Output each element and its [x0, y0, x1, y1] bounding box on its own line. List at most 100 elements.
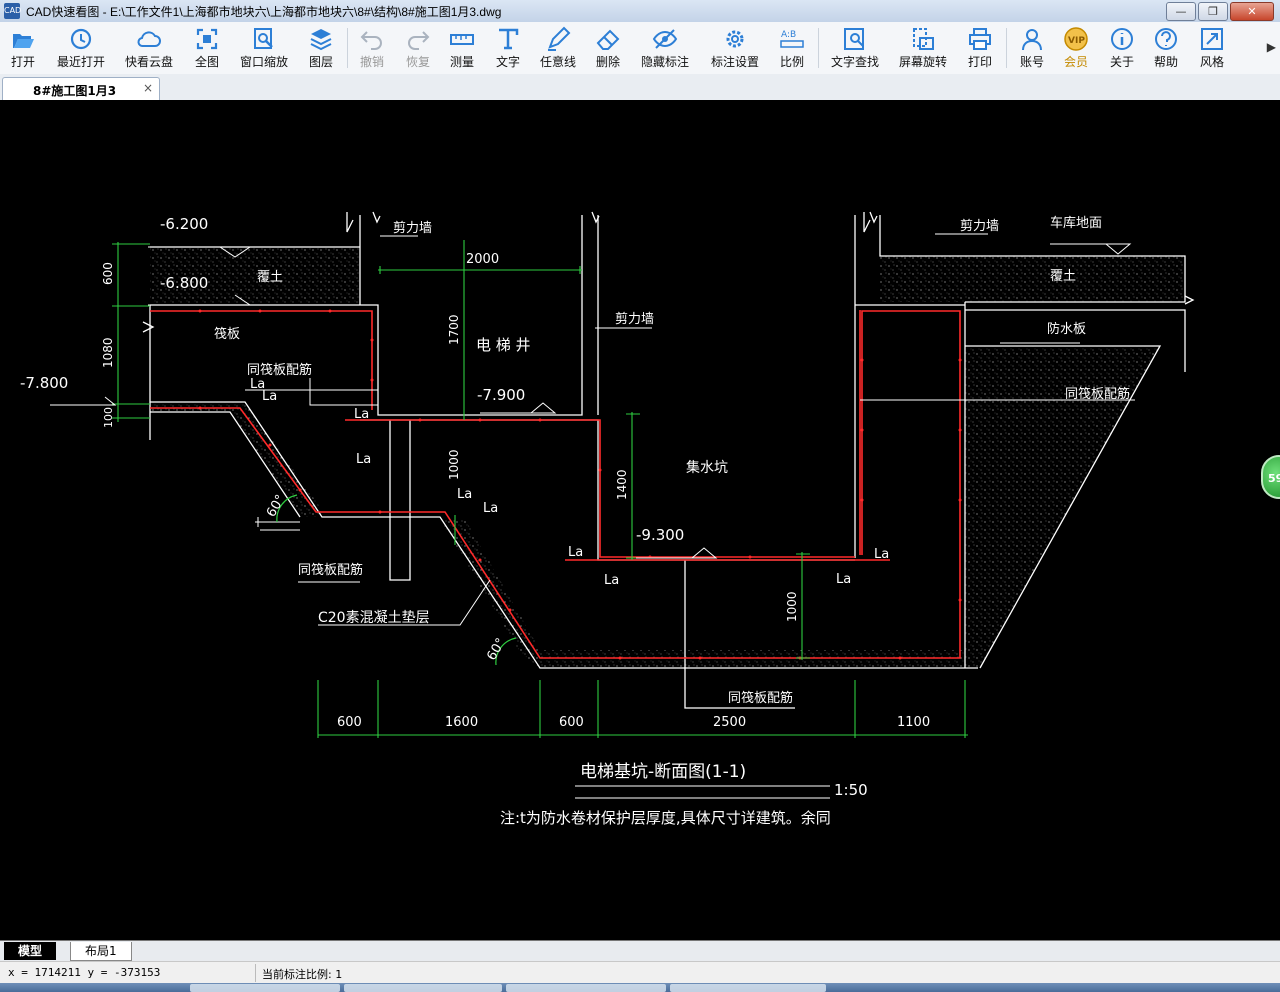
dimension-text: 1400: [615, 469, 629, 500]
cloud-label: 快看云盘: [124, 55, 173, 69]
tab-layout1[interactable]: 布局1: [70, 942, 132, 961]
measure-button[interactable]: 测量: [444, 24, 480, 72]
undo-button[interactable]: 撤销: [354, 24, 390, 72]
main-toolbar: 打开 最近打开 快看云盘 全图 窗口缩放 图层 撤销 恢复 测量 文字 任意线: [0, 22, 1280, 75]
drawing-canvas[interactable]: -6.200 -6.800 -7.800 -7.900 -9.300 剪力墙 剪…: [0, 100, 1280, 940]
recent-open-button[interactable]: 最近打开: [52, 24, 110, 72]
pen-icon: [548, 26, 571, 51]
la-label: La: [604, 573, 619, 588]
la-label: La: [354, 407, 369, 422]
scale-button[interactable]: A:B 比例: [774, 24, 810, 72]
title-underline: [575, 785, 830, 799]
fullview-button[interactable]: 全图: [188, 24, 226, 72]
waterproof-board-label: 防水板: [1047, 321, 1086, 337]
la-label: La: [836, 572, 851, 587]
text-search-icon: [844, 28, 864, 50]
hide-eye-icon: [652, 29, 678, 49]
angle-label: 60°: [484, 636, 509, 663]
recent-open-label: 最近打开: [56, 55, 105, 69]
document-tab[interactable]: 8#施工图1月3 ×: [2, 77, 160, 100]
screen-rotate-button[interactable]: 屏幕旋转: [896, 24, 950, 72]
drawing-scale: 1:50: [834, 781, 868, 799]
raft-rebar-label: 同筏板配筋: [247, 362, 312, 378]
recent-clock-icon: [70, 28, 92, 50]
dimension-text: 100: [102, 407, 115, 428]
shear-wall-label: 剪力墙: [615, 311, 654, 327]
hide-annotation-button[interactable]: 隐藏标注: [636, 24, 694, 72]
layers-button[interactable]: 图层: [302, 24, 340, 72]
redo-label: 恢复: [405, 55, 430, 69]
elevation-label: -6.800: [160, 274, 208, 292]
dimension-text: 1080: [101, 337, 115, 368]
undo-icon: [360, 31, 382, 50]
sump-label: 集水坑: [686, 459, 728, 476]
la-label: La: [356, 452, 371, 467]
bottom-dimension: 600: [559, 715, 584, 730]
taskbar-item[interactable]: [344, 984, 502, 992]
garage-floor-label: 车库地面: [1050, 215, 1102, 231]
zoom-window-icon: [254, 28, 273, 49]
raft-rebar-label: 同筏板配筋: [1065, 386, 1130, 402]
la-label: La: [262, 389, 277, 404]
annotation-settings-button[interactable]: 标注设置: [706, 24, 764, 72]
dimension-text: 1000: [785, 591, 799, 622]
account-button[interactable]: 账号: [1014, 24, 1050, 72]
fullview-icon: [196, 28, 218, 50]
about-button[interactable]: 关于: [1104, 24, 1140, 72]
fullview-label: 全图: [194, 55, 219, 69]
cloud-button[interactable]: 快看云盘: [120, 24, 178, 72]
close-button[interactable]: ✕: [1230, 2, 1274, 21]
account-label: 账号: [1019, 55, 1044, 69]
delete-label: 删除: [595, 55, 620, 69]
info-icon: [1111, 28, 1133, 50]
hide-annotation-label: 隐藏标注: [640, 55, 689, 69]
text-search-button[interactable]: 文字查找: [826, 24, 884, 72]
vip-button[interactable]: VIP 会员: [1058, 24, 1094, 72]
document-tab-close-icon[interactable]: ×: [143, 81, 153, 95]
taskbar-item[interactable]: [190, 984, 340, 992]
print-button[interactable]: 打印: [962, 24, 998, 72]
print-label: 打印: [967, 55, 992, 69]
cloud-icon: [137, 31, 161, 47]
redo-button[interactable]: 恢复: [400, 24, 436, 72]
document-tab-strip: 8#施工图1月3 ×: [0, 74, 1280, 101]
text-label: 文字: [495, 55, 520, 69]
bottom-dimension: 1100: [897, 715, 930, 730]
zoom-window-button[interactable]: 窗口缩放: [236, 24, 292, 72]
dimension-text: 1700: [447, 314, 461, 345]
toolbar-more-arrow-icon[interactable]: ▶: [1267, 40, 1276, 54]
svg-text:A:B: A:B: [781, 30, 796, 40]
la-label: La: [568, 545, 583, 560]
open-button[interactable]: 打开: [6, 24, 40, 72]
raft-rebar-label: 同筏板配筋: [728, 690, 793, 706]
text-icon: [499, 28, 519, 50]
backfill-label: 覆土: [257, 270, 283, 285]
scale-icon: A:B: [780, 30, 804, 48]
minimize-button[interactable]: —: [1166, 2, 1196, 21]
shear-wall-label: 剪力墙: [393, 220, 432, 236]
rebar-dots: [198, 309, 962, 660]
printer-icon: [969, 28, 991, 50]
app-logo-icon: CAD: [4, 3, 21, 19]
help-label: 帮助: [1153, 55, 1178, 69]
la-label: La: [483, 501, 498, 516]
tab-model[interactable]: 模型: [4, 942, 57, 960]
help-button[interactable]: 帮助: [1148, 24, 1184, 72]
status-divider: [255, 964, 256, 982]
delete-button[interactable]: 删除: [590, 24, 626, 72]
document-tab-label: 8#施工图1月3: [33, 84, 117, 98]
open-label: 打开: [10, 55, 35, 69]
bottom-dimension: 600: [337, 715, 362, 730]
window-controls: — ❐ ✕: [1166, 2, 1274, 21]
title-bar: CAD CAD快速看图 - E:\工作文件1\上海都市地块六\上海都市地块六\8…: [0, 0, 1280, 23]
restore-button[interactable]: ❐: [1198, 2, 1228, 21]
svg-text:VIP: VIP: [1068, 36, 1085, 46]
freeline-button[interactable]: 任意线: [536, 24, 580, 72]
eraser-icon: [596, 29, 620, 50]
style-button[interactable]: 风格: [1194, 24, 1230, 72]
text-button[interactable]: 文字: [490, 24, 526, 72]
about-label: 关于: [1109, 55, 1134, 69]
taskbar-item[interactable]: [670, 984, 826, 992]
taskbar-item[interactable]: [506, 984, 666, 992]
screen-rotate-label: 屏幕旋转: [898, 55, 947, 69]
